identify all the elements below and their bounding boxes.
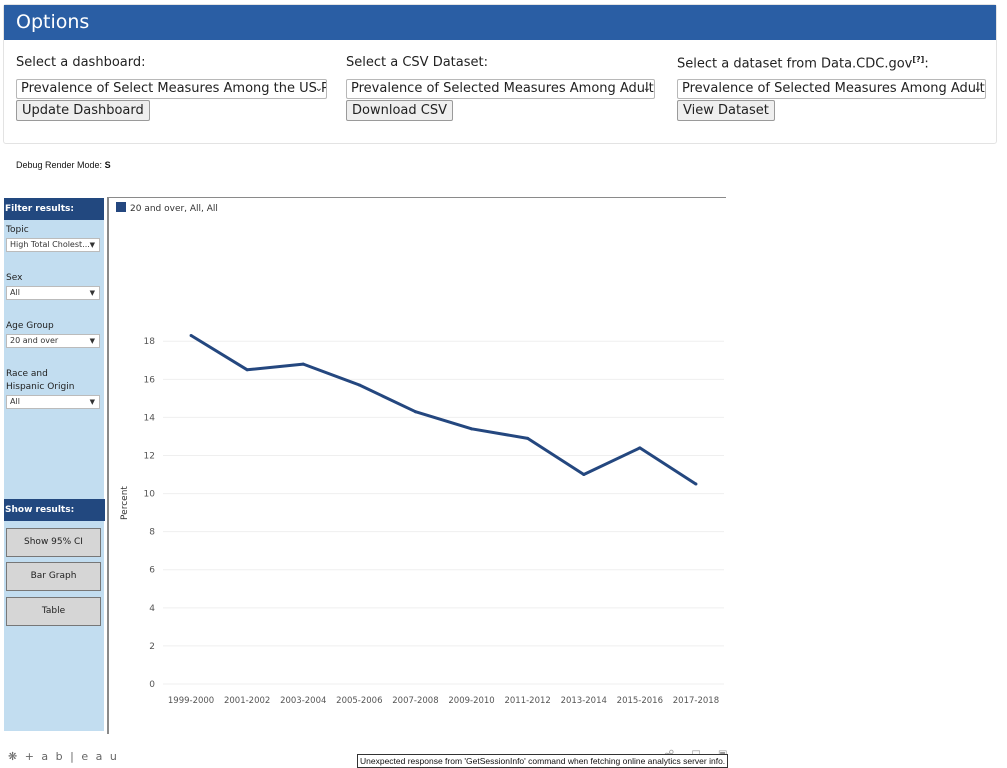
dashboard-select[interactable]: Prevalence of Select Measures Among the … — [16, 79, 327, 99]
chevron-down-icon: ⌄ — [314, 83, 323, 94]
race-label-line2: Hispanic Origin — [6, 382, 75, 392]
error-tooltip: Unexpected response from 'GetSessionInfo… — [357, 754, 729, 768]
download-csv-button[interactable]: Download CSV — [346, 100, 453, 121]
sex-label: Sex — [6, 273, 23, 283]
cdc-select[interactable]: Prevalence of Selected Measures Among Ad… — [677, 79, 986, 99]
cdc-label: Select a dataset from Data.CDC.gov[?]: — [677, 55, 986, 75]
legend-label: 20 and over, All, All — [130, 204, 218, 214]
help-link[interactable]: [?] — [912, 55, 924, 64]
filter-sidebar: Filter results: Topic High Total Cholest… — [4, 198, 105, 731]
table-button[interactable]: Table — [6, 597, 101, 626]
show-ci-button[interactable]: Show 95% CI — [6, 528, 101, 557]
debug-value: S — [104, 160, 111, 170]
chevron-down-icon: ⌄ — [642, 83, 651, 94]
age-group-select[interactable]: 20 and over ▼ — [6, 334, 100, 348]
csv-group: Select a CSV Dataset: Prevalence of Sele… — [346, 55, 655, 121]
dropdown-arrow-icon: ▼ — [89, 398, 95, 406]
tableau-logo-text: + a b | e a u — [24, 750, 119, 763]
sex-value: All — [10, 288, 20, 297]
show-results-header: Show results: — [4, 499, 105, 521]
dashboard-group: Select a dashboard: Prevalence of Select… — [16, 55, 327, 121]
dropdown-arrow-icon: ▼ — [89, 289, 95, 297]
chevron-down-icon: ⌄ — [973, 83, 982, 94]
age-group-value: 20 and over — [10, 336, 59, 345]
bar-graph-button[interactable]: Bar Graph — [6, 562, 101, 591]
csv-label: Select a CSV Dataset: — [346, 55, 488, 70]
tableau-asterisk-icon: ❋ — [8, 750, 20, 763]
legend-swatch — [116, 202, 126, 212]
dropdown-arrow-icon: ▼ — [89, 337, 95, 345]
race-select[interactable]: All ▼ — [6, 395, 100, 409]
dashboard-select-value: Prevalence of Select Measures Among the … — [21, 81, 327, 96]
age-group-label: Age Group — [6, 321, 54, 331]
race-value: All — [10, 397, 20, 406]
cdc-select-value: Prevalence of Selected Measures Among Ad… — [682, 81, 986, 96]
topic-value: High Total Cholest... — [10, 240, 90, 249]
race-label-line1: Race and — [6, 369, 48, 379]
cdc-label-colon: : — [924, 56, 929, 72]
debug-label: Debug Render Mode: — [16, 160, 103, 170]
update-dashboard-button[interactable]: Update Dashboard — [16, 100, 150, 121]
cdc-group: Select a dataset from Data.CDC.gov[?]: P… — [677, 55, 986, 121]
sex-select[interactable]: All ▼ — [6, 286, 100, 300]
options-panel: Options Select a dashboard: Prevalence o… — [3, 4, 997, 144]
chart-legend[interactable]: 20 and over, All, All — [116, 202, 218, 214]
topic-select[interactable]: High Total Cholest... ▼ — [6, 238, 100, 252]
chart-area — [107, 197, 726, 734]
dashboard-label: Select a dashboard: — [16, 55, 146, 70]
filter-results-header: Filter results: — [4, 198, 104, 220]
csv-select[interactable]: Prevalence of Selected Measures Among Ad… — [346, 79, 655, 99]
csv-select-value: Prevalence of Selected Measures Among Ad… — [351, 81, 655, 96]
view-dataset-button[interactable]: View Dataset — [677, 100, 775, 121]
cdc-label-text: Select a dataset from Data.CDC.gov — [677, 56, 913, 72]
dropdown-arrow-icon: ▼ — [89, 241, 95, 249]
options-title: Options — [4, 5, 996, 40]
tableau-logo[interactable]: ❋ + a b | e a u — [8, 750, 119, 763]
debug-render-mode: Debug Render Mode: S — [16, 160, 111, 170]
topic-label: Topic — [6, 225, 29, 235]
